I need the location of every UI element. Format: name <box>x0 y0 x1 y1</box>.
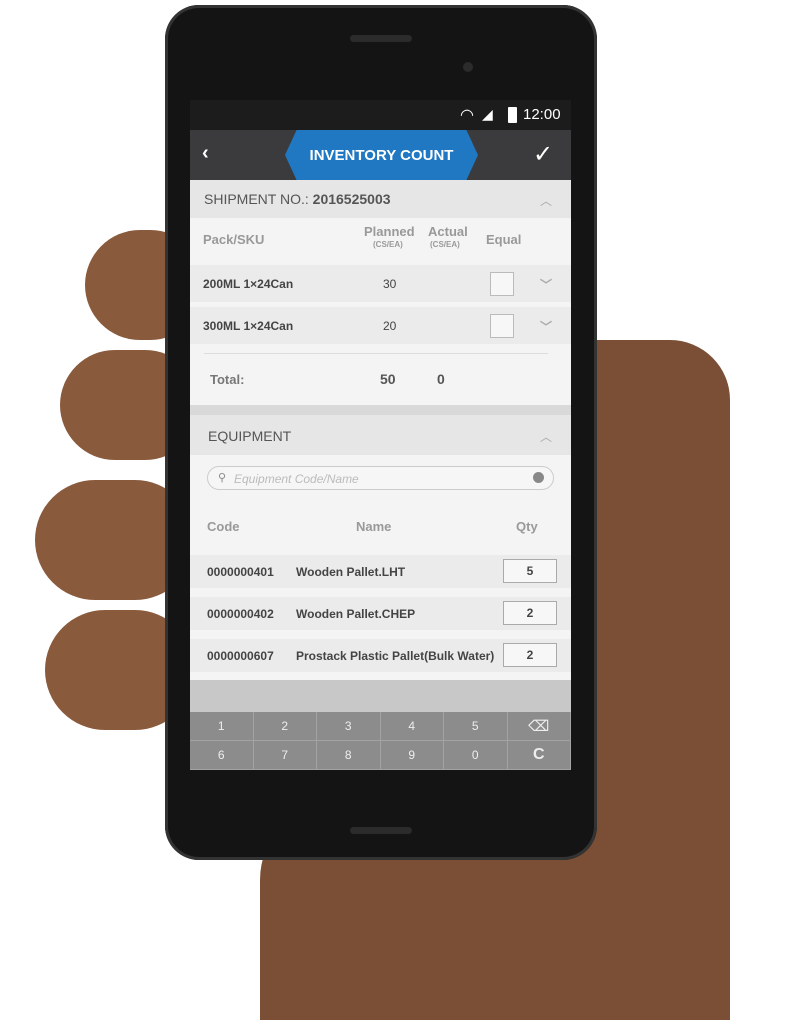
qty-input[interactable]: 2 <box>503 643 557 667</box>
qty-input[interactable]: 2 <box>503 601 557 625</box>
key-4[interactable]: 4 <box>380 712 444 741</box>
numeric-keypad: 1 2 3 4 5 ⌫ 6 7 8 9 0 C <box>190 712 571 770</box>
equipment-columns: Code Name Qty <box>190 505 571 545</box>
planned-qty: 30 <box>383 277 397 291</box>
back-button[interactable]: ‹ <box>202 142 209 165</box>
chevron-up-icon[interactable]: ︿ <box>540 192 552 209</box>
key-7[interactable]: 7 <box>253 741 317 770</box>
planned-qty: 20 <box>383 319 397 333</box>
key-3[interactable]: 3 <box>317 712 381 741</box>
app-header: ‹ INVENTORY COUNT ✓ <box>190 130 571 180</box>
clock: 12:00 <box>523 106 561 123</box>
key-6[interactable]: 6 <box>190 741 254 770</box>
divider <box>204 353 548 354</box>
clear-icon[interactable] <box>533 472 544 483</box>
table-row[interactable]: 0000000401 Wooden Pallet.LHT 5 <box>190 555 571 588</box>
status-bar: ◠ ◢ 12:00 <box>190 100 571 130</box>
section-gap <box>190 405 571 415</box>
backspace-icon[interactable]: ⌫ <box>507 712 571 741</box>
col-actual-unit: (CS/EA) <box>430 240 460 249</box>
earpiece <box>350 35 412 42</box>
equipment-code: 0000000402 <box>207 607 274 621</box>
col-name: Name <box>356 519 392 534</box>
total-label: Total: <box>210 372 245 387</box>
total-actual: 0 <box>437 371 445 387</box>
col-planned: Planned <box>364 224 415 239</box>
equipment-code: 0000000607 <box>207 649 274 663</box>
table-row[interactable]: 200ML 1×24Can 30 ﹀ <box>190 265 571 302</box>
shipment-columns: Pack/SKU Planned (CS/EA) Actual (CS/EA) … <box>190 218 571 262</box>
key-8[interactable]: 8 <box>317 741 381 770</box>
shipment-number: 2016525003 <box>312 191 391 207</box>
shipment-label: SHIPMENT NO.: <box>204 191 309 207</box>
total-planned: 50 <box>380 371 396 387</box>
chevron-up-icon[interactable]: ︿ <box>540 428 552 445</box>
equipment-code: 0000000401 <box>207 565 274 579</box>
col-equal: Equal <box>486 232 522 247</box>
col-planned-unit: (CS/EA) <box>373 240 403 249</box>
sku: 200ML 1×24Can <box>203 277 294 291</box>
bottom-speaker <box>350 827 412 834</box>
front-camera <box>463 62 473 72</box>
equipment-title: EQUIPMENT <box>208 428 292 444</box>
qty-input[interactable]: 5 <box>503 559 557 583</box>
col-actual: Actual <box>428 224 468 239</box>
sku: 300ML 1×24Can <box>203 319 294 333</box>
wifi-icon: ◠ <box>460 107 474 124</box>
page-title: INVENTORY COUNT <box>285 130 478 180</box>
col-qty: Qty <box>516 519 538 534</box>
signal-icon: ◢ <box>482 106 493 122</box>
key-2[interactable]: 2 <box>253 712 317 741</box>
chevron-down-icon[interactable]: ﹀ <box>540 276 552 293</box>
shipment-header[interactable]: SHIPMENT NO.: 2016525003 ︿ <box>190 180 571 218</box>
app-screen: ◠ ◢ 12:00 ‹ INVENTORY COUNT ✓ SHIPMENT N… <box>190 100 571 770</box>
confirm-button[interactable]: ✓ <box>533 140 553 169</box>
equipment-name: Wooden Pallet.LHT <box>296 565 406 579</box>
key-0[interactable]: 0 <box>444 741 508 770</box>
equal-checkbox[interactable] <box>490 314 514 338</box>
equipment-name: Prostack Plastic Pallet(Bulk Water) <box>296 649 495 663</box>
equipment-name: Wooden Pallet.CHEP <box>296 607 416 621</box>
key-9[interactable]: 9 <box>380 741 444 770</box>
search-icon: ⚲ <box>218 472 227 484</box>
col-pack: Pack/SKU <box>203 232 265 247</box>
table-row[interactable]: 0000000607 Prostack Plastic Pallet(Bulk … <box>190 639 571 672</box>
table-row[interactable]: 0000000402 Wooden Pallet.CHEP 2 <box>190 597 571 630</box>
chevron-down-icon[interactable]: ﹀ <box>540 318 552 335</box>
search-placeholder: Equipment Code/Name <box>234 472 359 486</box>
equipment-header[interactable]: EQUIPMENT ︿ <box>190 415 571 455</box>
clear-key[interactable]: C <box>507 741 571 770</box>
key-1[interactable]: 1 <box>190 712 254 741</box>
col-code: Code <box>207 519 240 534</box>
key-5[interactable]: 5 <box>444 712 508 741</box>
table-row[interactable]: 300ML 1×24Can 20 ﹀ <box>190 307 571 344</box>
keyboard-spacer <box>190 680 571 712</box>
equal-checkbox[interactable] <box>490 272 514 296</box>
battery-icon <box>508 107 517 123</box>
equipment-search[interactable]: ⚲ Equipment Code/Name <box>207 466 554 490</box>
